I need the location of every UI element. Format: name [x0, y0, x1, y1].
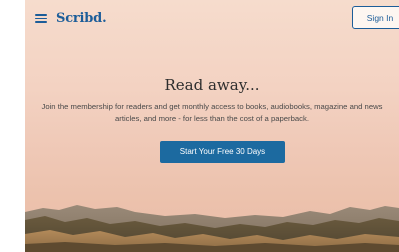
- mountain-landscape-image: [25, 205, 399, 252]
- start-free-trial-button[interactable]: Start Your Free 30 Days: [160, 141, 285, 163]
- menu-bar: [35, 17, 47, 20]
- menu-bar: [35, 21, 47, 23]
- top-header: Scribd. Sign In: [25, 0, 399, 36]
- sign-in-button[interactable]: Sign In: [352, 6, 399, 29]
- hamburger-menu-icon[interactable]: [35, 14, 47, 23]
- landing-page: Scribd. Sign In Read away... Join the me…: [25, 0, 399, 252]
- menu-bar: [35, 14, 47, 16]
- hero-description: Join the membership for readers and get …: [41, 102, 383, 123]
- hero-title: Read away...: [164, 76, 260, 94]
- scribd-logo[interactable]: Scribd.: [56, 11, 107, 26]
